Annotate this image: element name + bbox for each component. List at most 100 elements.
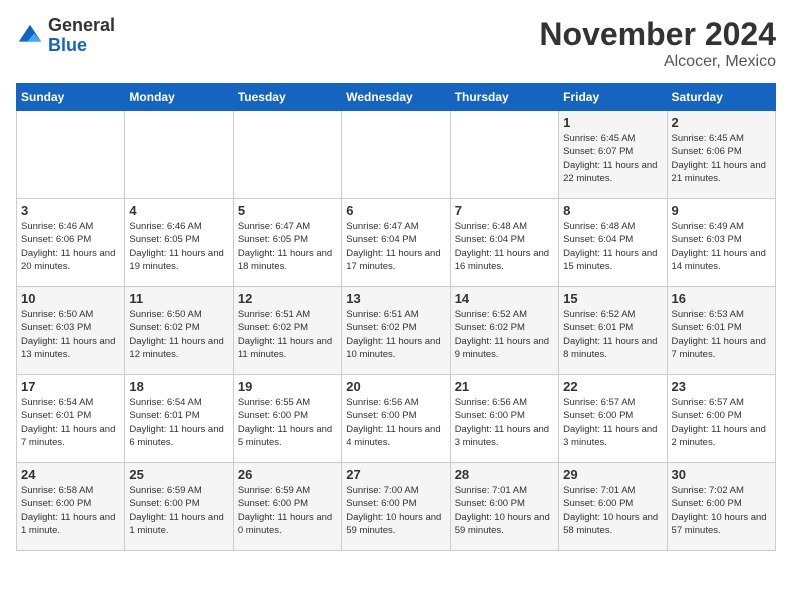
weekday-header: Sunday: [17, 84, 125, 111]
day-number: 12: [238, 291, 337, 306]
day-detail: Sunrise: 6:46 AM Sunset: 6:06 PM Dayligh…: [21, 220, 120, 273]
day-number: 15: [563, 291, 662, 306]
day-detail: Sunrise: 7:01 AM Sunset: 6:00 PM Dayligh…: [563, 484, 662, 537]
calendar-cell: 22 Sunrise: 6:57 AM Sunset: 6:00 PM Dayli…: [559, 375, 667, 463]
calendar-cell: 13 Sunrise: 6:51 AM Sunset: 6:02 PM Dayli…: [342, 287, 450, 375]
day-number: 5: [238, 203, 337, 218]
calendar-cell: [125, 111, 233, 199]
calendar-cell: 20Sunrise: 6:56 AM Sunset: 6:00 PM Dayli…: [342, 375, 450, 463]
calendar-cell: 12 Sunrise: 6:51 AM Sunset: 6:02 PM Dayli…: [233, 287, 341, 375]
logo-text: General Blue: [48, 16, 115, 56]
calendar-cell: [233, 111, 341, 199]
day-number: 3: [21, 203, 120, 218]
calendar-cell: 19Sunrise: 6:55 AM Sunset: 6:00 PM Dayli…: [233, 375, 341, 463]
day-number: 30: [672, 467, 771, 482]
day-number: 26: [238, 467, 337, 482]
calendar-cell: 11 Sunrise: 6:50 AM Sunset: 6:02 PM Dayli…: [125, 287, 233, 375]
day-number: 25: [129, 467, 228, 482]
day-number: 27: [346, 467, 445, 482]
day-detail: Sunrise: 6:52 AM Sunset: 6:01 PM Dayligh…: [563, 308, 662, 361]
month-title: November 2024: [539, 16, 776, 53]
calendar-cell: 4Sunrise: 6:46 AM Sunset: 6:05 PM Daylig…: [125, 199, 233, 287]
day-detail: Sunrise: 6:58 AM Sunset: 6:00 PM Dayligh…: [21, 484, 120, 537]
calendar-week-row: 17 Sunrise: 6:54 AM Sunset: 6:01 PM Dayli…: [17, 375, 776, 463]
calendar-cell: 3 Sunrise: 6:46 AM Sunset: 6:06 PM Daylig…: [17, 199, 125, 287]
day-number: 14: [455, 291, 554, 306]
calendar-cell: 16Sunrise: 6:53 AM Sunset: 6:01 PM Dayli…: [667, 287, 775, 375]
calendar-cell: 14 Sunrise: 6:52 AM Sunset: 6:02 PM Dayli…: [450, 287, 558, 375]
weekday-header: Wednesday: [342, 84, 450, 111]
day-number: 13: [346, 291, 445, 306]
day-detail: Sunrise: 7:02 AM Sunset: 6:00 PM Dayligh…: [672, 484, 771, 537]
calendar-cell: 5 Sunrise: 6:47 AM Sunset: 6:05 PM Daylig…: [233, 199, 341, 287]
day-detail: Sunrise: 6:47 AM Sunset: 6:04 PM Dayligh…: [346, 220, 445, 273]
calendar-cell: 29Sunrise: 7:01 AM Sunset: 6:00 PM Dayli…: [559, 463, 667, 551]
calendar-week-row: 3 Sunrise: 6:46 AM Sunset: 6:06 PM Daylig…: [17, 199, 776, 287]
calendar-cell: 28 Sunrise: 7:01 AM Sunset: 6:00 PM Dayli…: [450, 463, 558, 551]
day-number: 18: [129, 379, 228, 394]
calendar-cell: 24 Sunrise: 6:58 AM Sunset: 6:00 PM Dayli…: [17, 463, 125, 551]
day-number: 10: [21, 291, 120, 306]
day-number: 1: [563, 115, 662, 130]
day-detail: Sunrise: 7:00 AM Sunset: 6:00 PM Dayligh…: [346, 484, 445, 537]
calendar-cell: 10 Sunrise: 6:50 AM Sunset: 6:03 PM Dayli…: [17, 287, 125, 375]
calendar-cell: 8Sunrise: 6:48 AM Sunset: 6:04 PM Daylig…: [559, 199, 667, 287]
title-block: November 2024 Alcocer, Mexico: [539, 16, 776, 71]
calendar-table: SundayMondayTuesdayWednesdayThursdayFrid…: [16, 83, 776, 551]
day-number: 4: [129, 203, 228, 218]
weekday-header: Friday: [559, 84, 667, 111]
calendar-cell: [450, 111, 558, 199]
day-detail: Sunrise: 7:01 AM Sunset: 6:00 PM Dayligh…: [455, 484, 554, 537]
calendar-cell: 30 Sunrise: 7:02 AM Sunset: 6:00 PM Dayli…: [667, 463, 775, 551]
day-detail: Sunrise: 6:57 AM Sunset: 6:00 PM Dayligh…: [563, 396, 662, 449]
day-number: 11: [129, 291, 228, 306]
day-detail: Sunrise: 6:45 AM Sunset: 6:07 PM Dayligh…: [563, 132, 662, 185]
day-detail: Sunrise: 6:48 AM Sunset: 6:04 PM Dayligh…: [455, 220, 554, 273]
day-number: 24: [21, 467, 120, 482]
day-number: 9: [672, 203, 771, 218]
day-number: 20: [346, 379, 445, 394]
day-number: 8: [563, 203, 662, 218]
day-detail: Sunrise: 6:45 AM Sunset: 6:06 PM Dayligh…: [672, 132, 771, 185]
day-detail: Sunrise: 6:49 AM Sunset: 6:03 PM Dayligh…: [672, 220, 771, 273]
day-detail: Sunrise: 6:54 AM Sunset: 6:01 PM Dayligh…: [129, 396, 228, 449]
calendar-week-row: 24 Sunrise: 6:58 AM Sunset: 6:00 PM Dayli…: [17, 463, 776, 551]
day-detail: Sunrise: 6:54 AM Sunset: 6:01 PM Dayligh…: [21, 396, 120, 449]
weekday-header: Tuesday: [233, 84, 341, 111]
day-detail: Sunrise: 6:52 AM Sunset: 6:02 PM Dayligh…: [455, 308, 554, 361]
day-detail: Sunrise: 6:47 AM Sunset: 6:05 PM Dayligh…: [238, 220, 337, 273]
day-number: 7: [455, 203, 554, 218]
calendar-cell: [17, 111, 125, 199]
day-number: 17: [21, 379, 120, 394]
calendar-cell: 2 Sunrise: 6:45 AM Sunset: 6:06 PM Daylig…: [667, 111, 775, 199]
calendar-cell: 21 Sunrise: 6:56 AM Sunset: 6:00 PM Dayli…: [450, 375, 558, 463]
day-detail: Sunrise: 6:57 AM Sunset: 6:00 PM Dayligh…: [672, 396, 771, 449]
day-number: 6: [346, 203, 445, 218]
calendar-cell: 6 Sunrise: 6:47 AM Sunset: 6:04 PM Daylig…: [342, 199, 450, 287]
day-number: 22: [563, 379, 662, 394]
calendar-cell: 9 Sunrise: 6:49 AM Sunset: 6:03 PM Daylig…: [667, 199, 775, 287]
day-number: 28: [455, 467, 554, 482]
calendar-cell: 15 Sunrise: 6:52 AM Sunset: 6:01 PM Dayli…: [559, 287, 667, 375]
calendar-cell: 26Sunrise: 6:59 AM Sunset: 6:00 PM Dayli…: [233, 463, 341, 551]
weekday-header: Monday: [125, 84, 233, 111]
weekday-header: Thursday: [450, 84, 558, 111]
day-detail: Sunrise: 6:51 AM Sunset: 6:02 PM Dayligh…: [346, 308, 445, 361]
day-detail: Sunrise: 6:50 AM Sunset: 6:03 PM Dayligh…: [21, 308, 120, 361]
day-detail: Sunrise: 6:50 AM Sunset: 6:02 PM Dayligh…: [129, 308, 228, 361]
calendar-header-row: SundayMondayTuesdayWednesdayThursdayFrid…: [17, 84, 776, 111]
calendar-cell: [342, 111, 450, 199]
day-number: 16: [672, 291, 771, 306]
day-number: 2: [672, 115, 771, 130]
day-detail: Sunrise: 6:56 AM Sunset: 6:00 PM Dayligh…: [455, 396, 554, 449]
calendar-cell: 1 Sunrise: 6:45 AM Sunset: 6:07 PM Daylig…: [559, 111, 667, 199]
logo: General Blue: [16, 16, 115, 56]
day-detail: Sunrise: 6:51 AM Sunset: 6:02 PM Dayligh…: [238, 308, 337, 361]
location: Alcocer, Mexico: [539, 53, 776, 71]
logo-icon: [16, 22, 44, 50]
day-number: 23: [672, 379, 771, 394]
calendar-cell: 25Sunrise: 6:59 AM Sunset: 6:00 PM Dayli…: [125, 463, 233, 551]
day-number: 19: [238, 379, 337, 394]
day-number: 21: [455, 379, 554, 394]
calendar-cell: 18 Sunrise: 6:54 AM Sunset: 6:01 PM Dayli…: [125, 375, 233, 463]
